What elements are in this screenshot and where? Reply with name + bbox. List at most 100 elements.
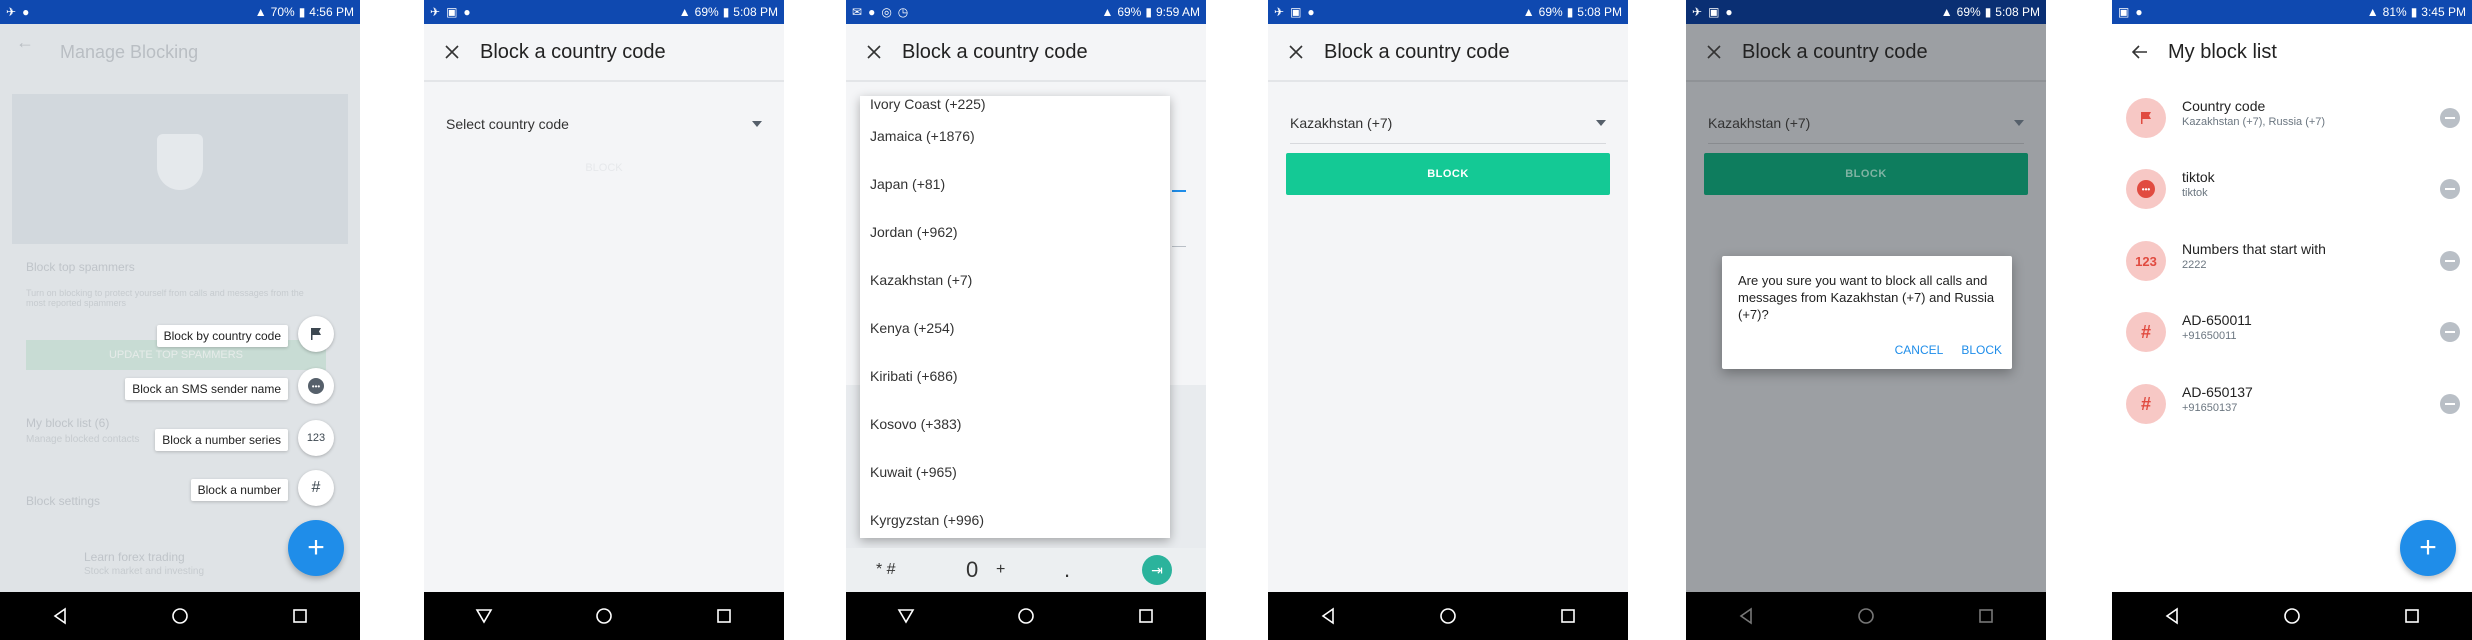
selected-country: Kazakhstan (+7) xyxy=(1290,115,1393,131)
image-icon: ▣ xyxy=(1290,5,1302,19)
home-nav-icon[interactable] xyxy=(1436,604,1460,628)
country-option[interactable]: Jordan (+962) xyxy=(860,208,1170,256)
country-code-select[interactable]: Kazakhstan (+7) xyxy=(1708,103,2024,144)
image-icon: ▣ xyxy=(446,5,458,19)
block-button-disabled[interactable]: BLOCK xyxy=(424,162,784,174)
battery-percent: 70% xyxy=(270,5,295,19)
remove-icon[interactable] xyxy=(2440,108,2460,128)
back-nav-icon[interactable] xyxy=(472,604,496,628)
list-item[interactable]: # AD-650011 +91650011 xyxy=(2112,298,2472,370)
dot-key[interactable]: . xyxy=(1064,557,1070,583)
block-number-option[interactable]: Block a number xyxy=(190,479,288,501)
country-dropdown-list[interactable]: Ivory Coast (+225) Jamaica (+1876) Japan… xyxy=(860,96,1170,538)
number-series-icon[interactable]: 123 xyxy=(298,420,334,456)
chat-icon: ● xyxy=(463,5,471,19)
remove-icon[interactable] xyxy=(2440,179,2460,199)
country-code-select[interactable]: Kazakhstan (+7) xyxy=(1290,103,1606,144)
page-title: Block a country code xyxy=(1742,40,1928,63)
recents-nav-icon[interactable] xyxy=(1134,604,1158,628)
recents-nav-icon[interactable] xyxy=(288,604,312,628)
select-placeholder: Select country code xyxy=(446,116,569,132)
back-arrow-icon[interactable] xyxy=(2112,24,2168,80)
clock: 9:59 AM xyxy=(1155,5,1200,19)
my-block-list-desc: Manage blocked contacts xyxy=(26,434,140,445)
nav-bar xyxy=(424,592,784,640)
plus-key[interactable]: + xyxy=(996,561,1005,579)
status-bar: ▣ ● ▲ 81% ▮ 3:45 PM xyxy=(2112,0,2472,24)
home-nav-icon[interactable] xyxy=(2280,604,2304,628)
item-title: tiktok xyxy=(2182,169,2215,185)
battery-icon: ▮ xyxy=(1984,5,1992,19)
country-option[interactable]: Kazakhstan (+7) xyxy=(860,256,1170,304)
home-nav-icon[interactable] xyxy=(1854,604,1878,628)
screen-manage-blocking: ✈ ● ▲ 70% ▮ 4:56 PM ← Manage Blocking Block … xyxy=(0,0,360,640)
country-option[interactable]: Kosovo (+383) xyxy=(860,400,1170,448)
status-bar: ✈ ▣ ● ▲ 69% ▮ 5:08 PM xyxy=(1686,0,2046,24)
shield-banner xyxy=(12,94,348,244)
country-option[interactable]: Jamaica (+1876) xyxy=(860,112,1170,160)
list-item[interactable]: # AD-650137 +91650137 xyxy=(2112,370,2472,442)
ad-desc: Stock market and investing xyxy=(84,566,205,577)
remove-icon[interactable] xyxy=(2440,322,2460,342)
country-option[interactable]: Kiribati (+686) xyxy=(860,352,1170,400)
country-code-select[interactable]: Select country code xyxy=(446,104,762,144)
next-key-icon[interactable]: ⇥ xyxy=(1142,555,1172,585)
signal-icon: ▲ xyxy=(1101,5,1114,19)
screen-block-country-empty: ✈ ▣ ● ▲ 69% ▮ 5:08 PM Block a country code Se… xyxy=(424,0,784,640)
hash-icon[interactable]: # xyxy=(298,470,334,506)
flag-icon[interactable] xyxy=(298,316,334,352)
block-settings-link[interactable]: Block settings xyxy=(26,494,100,508)
list-item[interactable]: 123 Numbers that start with 2222 xyxy=(2112,227,2472,299)
chevron-down-icon xyxy=(1596,120,1606,126)
close-icon[interactable] xyxy=(846,24,902,80)
item-subtitle: 2222 xyxy=(2182,259,2207,271)
recents-nav-icon[interactable] xyxy=(1556,604,1580,628)
back-nav-icon[interactable] xyxy=(894,604,918,628)
country-option[interactable]: Kenya (+254) xyxy=(860,304,1170,352)
back-nav-icon[interactable] xyxy=(1734,604,1758,628)
close-icon[interactable] xyxy=(1268,24,1324,80)
recents-nav-icon[interactable] xyxy=(1974,604,1998,628)
back-nav-icon[interactable] xyxy=(2160,604,2184,628)
signal-icon: ▲ xyxy=(678,5,691,19)
list-item[interactable]: Country code Kazakhstan (+7), Russia (+7… xyxy=(2112,84,2472,156)
recents-nav-icon[interactable] xyxy=(2400,604,2424,628)
home-nav-icon[interactable] xyxy=(1014,604,1038,628)
confirm-block-button[interactable]: BLOCK xyxy=(1961,343,2002,357)
back-nav-icon[interactable] xyxy=(48,604,72,628)
battery-icon: ▮ xyxy=(2410,5,2418,19)
block-country-code-option[interactable]: Block by country code xyxy=(156,325,288,347)
close-icon[interactable] xyxy=(424,24,480,80)
zero-key[interactable]: 0 xyxy=(966,557,978,583)
back-nav-icon[interactable] xyxy=(1316,604,1340,628)
recents-nav-icon[interactable] xyxy=(712,604,736,628)
my-block-list-link[interactable]: My block list (6) xyxy=(26,416,109,430)
clock: 3:45 PM xyxy=(2421,5,2466,19)
remove-icon[interactable] xyxy=(2440,251,2460,271)
signal-icon: ▲ xyxy=(254,5,267,19)
remove-icon[interactable] xyxy=(2440,394,2460,414)
list-item[interactable]: ••• tiktok tiktok xyxy=(2112,155,2472,227)
country-option[interactable]: Kyrgyzstan (+996) xyxy=(860,496,1170,538)
close-icon[interactable] xyxy=(1686,24,1742,80)
add-fab-button[interactable]: + xyxy=(2400,520,2456,576)
nav-bar xyxy=(2112,592,2472,640)
message-icon[interactable]: ••• xyxy=(298,368,334,404)
country-option[interactable]: Japan (+81) xyxy=(860,160,1170,208)
home-nav-icon[interactable] xyxy=(168,604,192,628)
block-number-series-option[interactable]: Block a number series xyxy=(155,429,288,451)
block-button[interactable]: BLOCK xyxy=(1286,153,1610,195)
spammers-desc: Turn on blocking to protect yourself fro… xyxy=(26,288,304,308)
cancel-button[interactable]: CANCEL xyxy=(1895,343,1944,357)
block-sms-sender-option[interactable]: Block an SMS sender name xyxy=(125,378,288,400)
clock: 5:08 PM xyxy=(1577,5,1622,19)
country-option[interactable]: Ivory Coast (+225) xyxy=(860,96,1170,112)
block-button[interactable]: BLOCK xyxy=(1704,153,2028,195)
back-arrow-icon: ← xyxy=(16,32,34,52)
star-hash-key[interactable]: * # xyxy=(876,561,896,579)
battery-icon: ▮ xyxy=(1566,5,1574,19)
nav-bar xyxy=(1268,592,1628,640)
add-fab-button[interactable]: + xyxy=(288,520,344,576)
home-nav-icon[interactable] xyxy=(592,604,616,628)
country-option[interactable]: Kuwait (+965) xyxy=(860,448,1170,496)
